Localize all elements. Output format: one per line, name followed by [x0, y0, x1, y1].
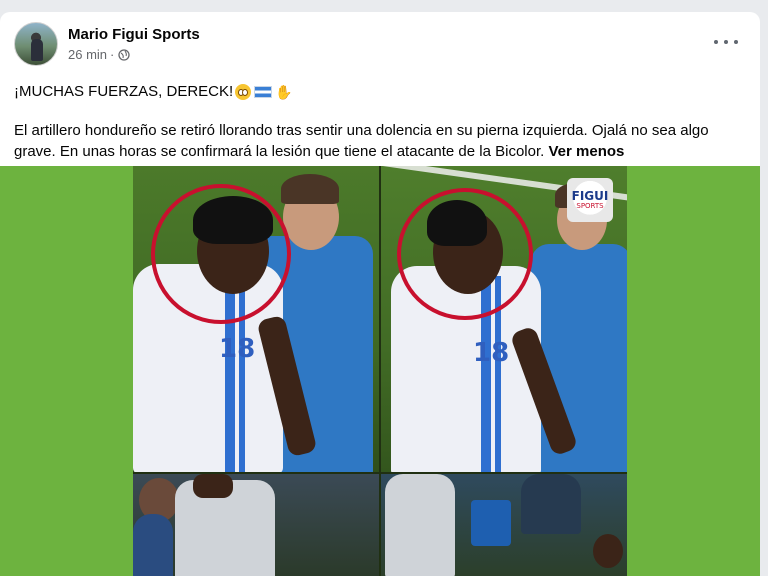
photo-top-right[interactable]: 18 FIGUI SPORTS — [381, 166, 627, 472]
highlight-circle — [397, 188, 533, 320]
photo-top-left[interactable]: 18 — [133, 166, 379, 472]
author-name[interactable]: Mario Figui Sports — [68, 25, 200, 44]
photo-collage[interactable]: 18 18 FIGUI SPORTS — [133, 166, 627, 576]
more-options-icon[interactable] — [714, 34, 738, 50]
post-media[interactable]: 18 18 FIGUI SPORTS — [0, 166, 760, 576]
highlight-circle — [151, 184, 291, 324]
photo-bottom-left[interactable] — [133, 474, 379, 576]
praying-hands-emoji: ✋ — [275, 84, 293, 100]
post-header: Mario Figui Sports 26 min · — [14, 22, 200, 66]
jersey-number: 18 — [219, 334, 256, 364]
logo-subtext: SPORTS — [576, 202, 604, 210]
post-card: Mario Figui Sports 26 min · ¡MUCHAS FUER… — [0, 12, 760, 576]
author-avatar[interactable] — [14, 22, 58, 66]
cooler — [471, 500, 511, 546]
meta-separator: · — [110, 46, 115, 62]
post-body: El artillero hondureño se retiró llorand… — [14, 120, 754, 162]
post-title-line: ¡MUCHAS FUERZAS, DERECK! ✋ — [14, 82, 293, 102]
staff-hair — [281, 174, 339, 204]
player-shorts — [385, 474, 455, 576]
staff-member — [133, 514, 173, 576]
post-title: ¡MUCHAS FUERZAS, DERECK! — [14, 83, 234, 100]
post-time[interactable]: 26 min — [68, 46, 107, 64]
staff-head — [593, 534, 623, 568]
crying-face-emoji — [235, 84, 252, 100]
staff-member — [521, 474, 581, 534]
jersey-number: 18 — [473, 338, 510, 368]
honduras-flag-emoji — [254, 86, 273, 98]
post-meta: 26 min · — [68, 46, 200, 64]
avatar-figure — [31, 39, 43, 61]
header-text: Mario Figui Sports 26 min · — [68, 25, 200, 64]
logo-text: FIGUI — [571, 189, 609, 203]
figui-sports-logo: FIGUI SPORTS — [567, 178, 613, 222]
see-less-link[interactable]: Ver menos — [549, 143, 625, 160]
title-emojis: ✋ — [235, 82, 293, 102]
player-arm — [193, 474, 233, 498]
globe-icon — [118, 48, 131, 61]
photo-bottom-right[interactable] — [381, 474, 627, 576]
